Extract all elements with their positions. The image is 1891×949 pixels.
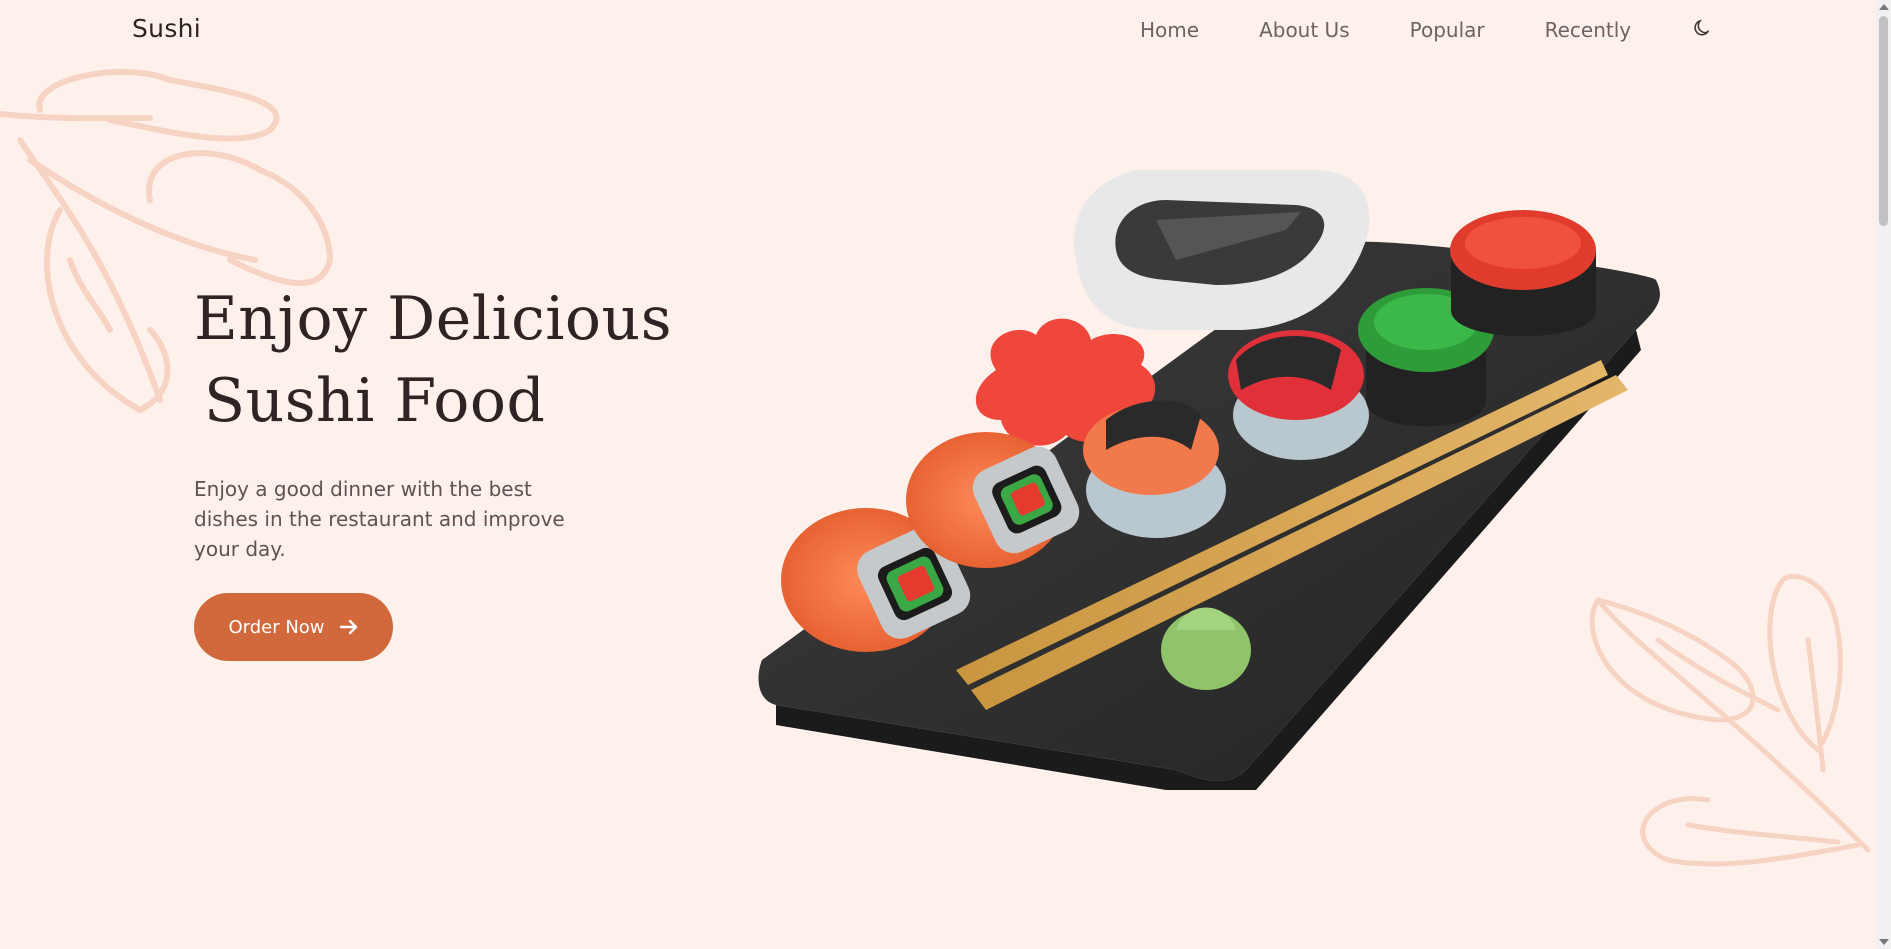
arrow-right-icon — [339, 619, 357, 635]
sushi-platter-image — [758, 170, 1660, 790]
site-logo[interactable]: Sushi — [132, 14, 201, 43]
hero-title-line-1: Enjoy Delicious — [194, 284, 672, 354]
order-now-label: Order Now — [228, 616, 325, 638]
scroll-up-icon[interactable] — [1879, 4, 1889, 10]
main-nav: Home About Us Popular Recently — [1140, 18, 1691, 42]
hero-description: Enjoy a good dinner with the best dishes… — [194, 477, 565, 561]
site-header: Sushi Home About Us Popular Recently — [0, 0, 1876, 62]
moon-icon[interactable] — [1692, 17, 1714, 39]
nav-home[interactable]: Home — [1140, 18, 1199, 42]
order-now-button[interactable]: Order Now — [194, 593, 393, 661]
scroll-thumb[interactable] — [1879, 16, 1888, 226]
page: Sushi Home About Us Popular Recently Enj… — [0, 0, 1891, 949]
scroll-down-icon[interactable] — [1879, 939, 1889, 945]
nav-popular[interactable]: Popular — [1410, 18, 1485, 42]
hero-title-line-2: Sushi Food — [204, 366, 546, 436]
hero-title: Enjoy Delicious Sushi Food — [194, 278, 672, 442]
nav-about-us[interactable]: About Us — [1259, 18, 1350, 42]
nav-recently[interactable]: Recently — [1545, 18, 1632, 42]
page-scrollbar[interactable] — [1876, 0, 1891, 949]
